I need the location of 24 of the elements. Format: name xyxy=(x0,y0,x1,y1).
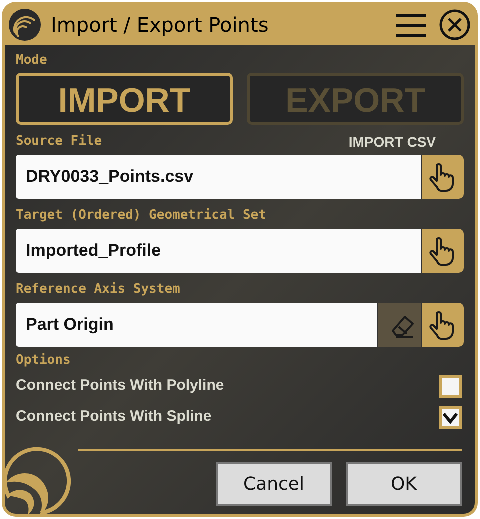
input-field[interactable]: Imported_Profile xyxy=(16,229,421,273)
checkbox[interactable] xyxy=(439,406,462,429)
pick-button[interactable] xyxy=(421,303,464,347)
input-field[interactable]: Part Origin xyxy=(16,303,377,347)
section-label: Options xyxy=(16,353,72,369)
section-label: Mode xyxy=(16,53,48,69)
field-label: Target (Ordered) Geometrical Set xyxy=(16,208,266,224)
dialog-button[interactable]: Cancel xyxy=(216,462,332,506)
close-icon[interactable] xyxy=(439,9,471,41)
option-label: Connect Points With Polyline xyxy=(16,376,224,396)
checkbox[interactable] xyxy=(439,375,462,398)
dialog-button[interactable]: OK xyxy=(346,462,462,506)
logo-icon xyxy=(7,7,43,43)
mode-button[interactable]: IMPORT xyxy=(16,73,233,125)
check-icon xyxy=(443,412,458,424)
pick-button[interactable] xyxy=(421,229,464,273)
field-label: Reference Axis System xyxy=(16,282,180,298)
pick-button[interactable] xyxy=(421,155,464,199)
option-label: Connect Points With Spline xyxy=(16,407,212,428)
file-type-note: IMPORT CSV xyxy=(348,134,436,150)
field-label: Source File xyxy=(16,134,102,150)
menu-icon[interactable] xyxy=(395,11,427,39)
input-field[interactable]: DRY0033_Points.csv xyxy=(16,155,421,199)
window-title: Import / Export Points xyxy=(51,12,269,39)
